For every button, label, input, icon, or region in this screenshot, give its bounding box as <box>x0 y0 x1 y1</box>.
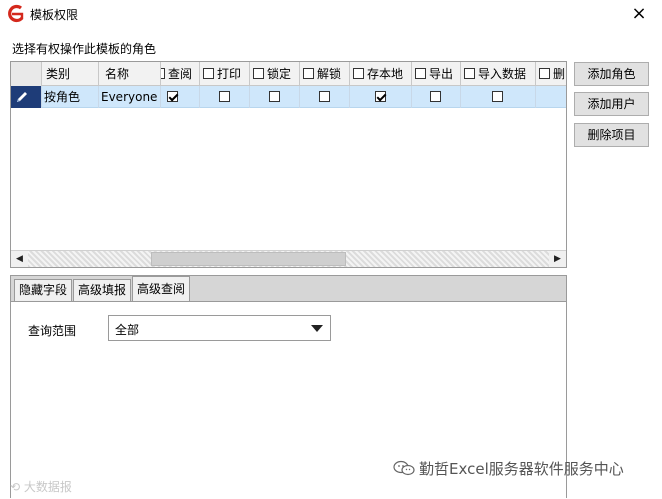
query-range-label: 查询范围 <box>28 324 77 338</box>
arrow-right-icon: ▶ <box>554 254 561 264</box>
column-header-save-local[interactable]: 存本地 <box>350 62 412 86</box>
query-range-select[interactable]: 全部 <box>108 315 331 341</box>
column-header-delete[interactable]: 删 <box>536 62 566 86</box>
cell-perm-delete[interactable] <box>536 86 566 108</box>
header-checkbox-unlock[interactable] <box>303 68 314 79</box>
tab-strip: 隐藏字段 高级填报 高级查阅 <box>11 276 566 301</box>
column-header-view[interactable]: 查阅 <box>161 62 200 86</box>
checkbox-print[interactable] <box>219 91 230 102</box>
arrow-left-icon: ◀ <box>16 254 23 264</box>
query-range-value: 全部 <box>115 323 140 337</box>
header-checkbox-delete[interactable] <box>539 68 550 79</box>
close-icon: × <box>631 3 647 24</box>
column-header-export[interactable]: 导出 <box>412 62 461 86</box>
title-bar: 模板权限 × <box>0 0 662 28</box>
column-header-name[interactable]: 名称 <box>99 62 161 86</box>
checkbox-view[interactable] <box>167 91 178 102</box>
delete-item-button[interactable]: 删除项目 <box>574 123 649 147</box>
edit-pencil-icon <box>17 92 27 102</box>
header-checkbox-print[interactable] <box>203 68 214 79</box>
cell-name[interactable]: Everyone <box>99 86 161 108</box>
tab-advanced-query[interactable]: 高级查阅 <box>132 276 191 301</box>
column-header-print[interactable]: 打印 <box>200 62 250 86</box>
role-section-label: 选择有权操作此模板的角色 <box>12 42 157 56</box>
watermark-left: ⟲ 大数据报 <box>10 480 72 494</box>
scroll-left-button[interactable]: ◀ <box>11 251 28 267</box>
column-header-lock[interactable]: 锁定 <box>250 62 300 86</box>
checkbox-save-local[interactable] <box>375 91 386 102</box>
cell-perm-export[interactable] <box>412 86 461 108</box>
header-checkbox-lock[interactable] <box>253 68 264 79</box>
header-checkbox-view[interactable] <box>161 68 165 79</box>
close-button[interactable]: × <box>622 2 656 26</box>
grid-header: 类别 名称 查阅 打印 锁定 解锁 存本地 导出 导入数据 删 <box>11 62 566 86</box>
header-row-selector <box>11 62 42 86</box>
scroll-thumb[interactable] <box>151 252 346 266</box>
header-checkbox-export[interactable] <box>415 68 426 79</box>
cell-perm-print[interactable] <box>200 86 250 108</box>
row-selector[interactable] <box>11 86 42 108</box>
wechat-icon <box>393 460 415 476</box>
header-checkbox-import-data[interactable] <box>464 68 475 79</box>
cell-perm-unlock[interactable] <box>300 86 350 108</box>
checkbox-lock[interactable] <box>269 91 280 102</box>
scroll-right-button[interactable]: ▶ <box>549 251 566 267</box>
column-header-category[interactable]: 类别 <box>42 62 99 86</box>
wm-logo-icon: ⟲ <box>10 480 24 494</box>
column-header-import-data[interactable]: 导入数据 <box>461 62 536 86</box>
permissions-grid[interactable]: 类别 名称 查阅 打印 锁定 解锁 存本地 导出 导入数据 删 按角色 Ever… <box>10 61 567 268</box>
app-logo-icon <box>8 4 24 23</box>
horizontal-scrollbar[interactable]: ◀ ▶ <box>11 250 566 267</box>
cell-perm-import-data[interactable] <box>461 86 536 108</box>
add-user-button[interactable]: 添加用户 <box>574 92 649 116</box>
tab-hidden-fields[interactable]: 隐藏字段 <box>14 279 73 301</box>
tab-advanced-fill[interactable]: 高级填报 <box>73 279 132 301</box>
checkbox-unlock[interactable] <box>319 91 330 102</box>
add-role-button[interactable]: 添加角色 <box>574 62 649 86</box>
window-title: 模板权限 <box>30 8 79 22</box>
cell-category[interactable]: 按角色 <box>42 86 99 108</box>
cell-perm-view[interactable] <box>161 86 200 108</box>
checkbox-import-data[interactable] <box>492 91 503 102</box>
column-header-unlock[interactable]: 解锁 <box>300 62 350 86</box>
chevron-down-icon <box>311 325 323 332</box>
cell-perm-save-local[interactable] <box>350 86 412 108</box>
watermark-right: 勤哲Excel服务器软件服务中心 <box>393 458 624 479</box>
header-checkbox-save-local[interactable] <box>353 68 364 79</box>
cell-perm-lock[interactable] <box>250 86 300 108</box>
checkbox-export[interactable] <box>430 91 441 102</box>
table-row[interactable]: 按角色 Everyone <box>11 86 566 108</box>
